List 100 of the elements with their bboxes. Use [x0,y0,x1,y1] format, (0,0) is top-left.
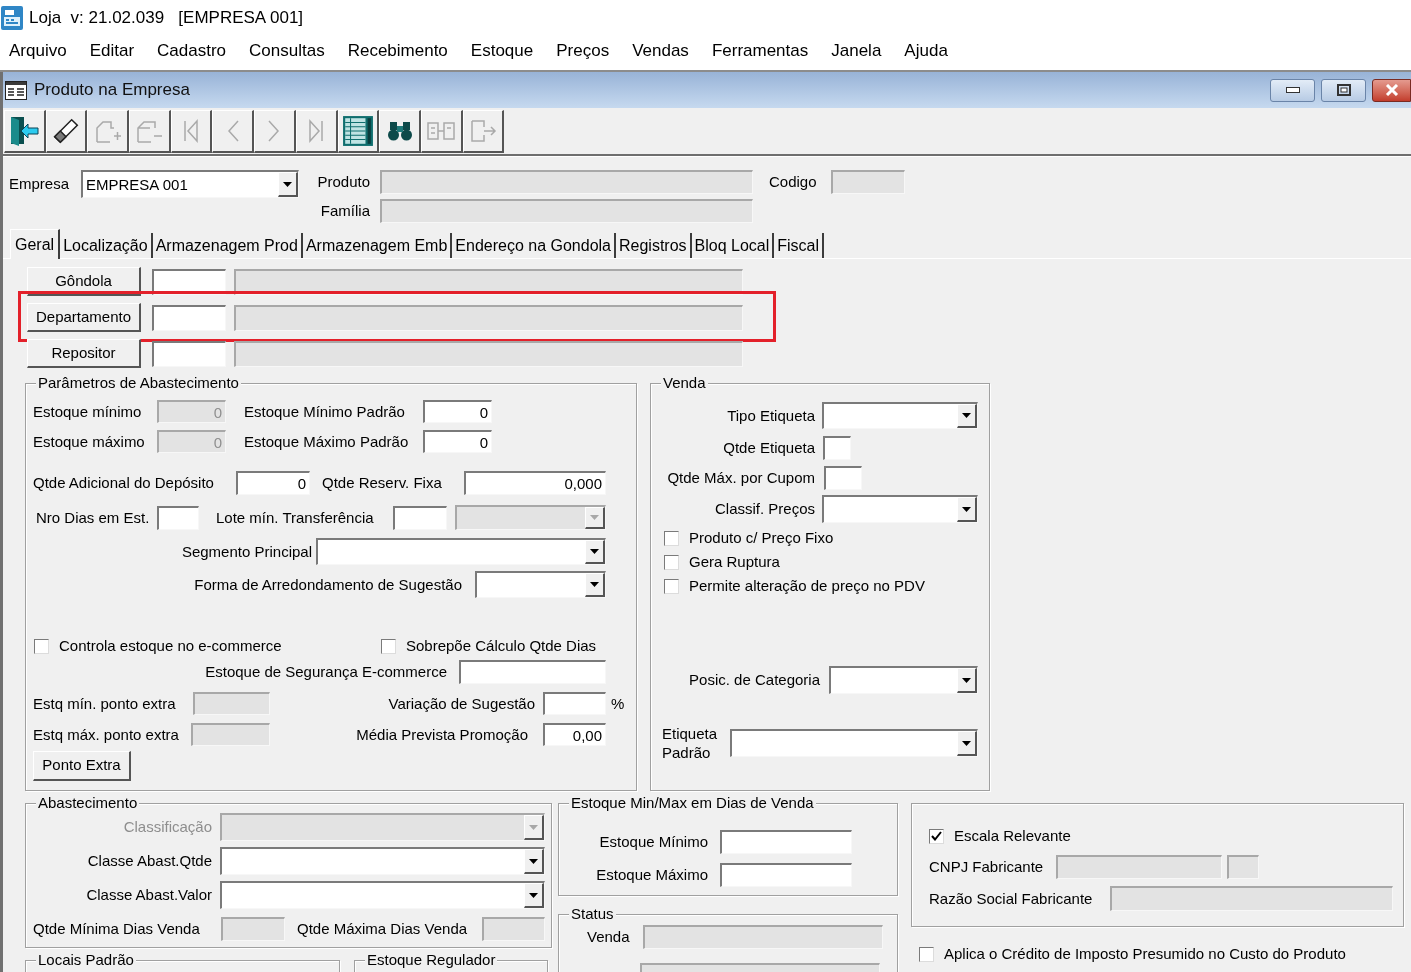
checkbox[interactable] [34,638,49,654]
dropdown[interactable] [730,729,978,757]
toolbar-button[interactable] [379,110,421,153]
table-icon [341,115,374,147]
checkbox-label: Sobrepõe Cálculo Qtde Dias [406,637,597,655]
maximize-button[interactable] [1321,78,1366,102]
tab[interactable]: Bloq Local [691,233,775,258]
menu-item[interactable]: Arquivo [9,37,67,64]
tab[interactable]: Armazenagem Emb [302,233,453,258]
field-label: Empresa [9,175,70,193]
ponto-extra-button[interactable]: Ponto Extra [33,751,131,781]
input-field[interactable] [152,268,226,295]
dropdown[interactable] [822,402,978,429]
minimize-button[interactable] [1270,78,1315,102]
caret-down-icon [529,824,538,830]
field-label: Estoque de Segurança E-commerce [205,663,447,681]
caret-down-icon [529,858,538,864]
dropdown[interactable] [822,495,978,523]
caret-down-icon [283,181,292,187]
checkbox[interactable] [664,530,679,546]
menu-item[interactable]: Janela [831,37,882,64]
input-field[interactable] [823,436,851,460]
field-label: Segmento Principal [181,542,312,561]
field-label: Nro Dias em Est. [36,508,150,527]
close-button[interactable] [1372,78,1411,102]
field-label: Posic. de Categoria [689,671,820,689]
menu-item[interactable]: Preços [556,37,610,64]
field-label: Etiqueta Padrão [662,724,719,762]
checkbox-label: Controla estoque no e-commerce [59,637,282,655]
toolbar-button[interactable] [4,110,46,153]
field-label: Qtde Etiqueta [723,439,815,457]
input-field[interactable] [824,466,862,490]
field-label: Codigo [769,173,817,191]
binoculars-icon [386,120,413,142]
field-label: Forma de Arredondamento de Sugestão [194,575,462,594]
input-field[interactable] [459,660,606,684]
input-field[interactable]: 0 [423,400,492,423]
input-field[interactable] [543,692,606,715]
field-label: Classe Abast.Qtde [87,852,212,870]
input-field[interactable] [393,505,447,530]
dropdown[interactable] [220,847,545,875]
skip-forward-icon [307,119,326,143]
dropdown[interactable] [475,571,606,598]
field-label: Família [320,202,370,220]
input-field[interactable] [157,505,199,530]
caret-down-icon [962,413,971,418]
checkbox[interactable] [929,828,944,844]
toolbar-button[interactable] [337,110,380,153]
menu-item[interactable]: Recebimento [347,37,448,64]
input-field[interactable]: 0 [236,471,310,495]
caret-down-icon [529,892,538,898]
dropdown[interactable] [829,666,978,694]
field-label: CNPJ Fabricante [929,858,1044,876]
checkbox-label: Gera Ruptura [689,553,780,571]
field-label: Estoque Mínimo [599,833,708,851]
dropdown[interactable] [220,881,545,909]
menu-item[interactable]: Consultas [249,37,325,64]
menu-item[interactable]: Vendas [632,37,689,64]
checkbox[interactable] [664,578,679,594]
tab[interactable]: Registros [616,233,692,258]
input-field[interactable] [720,863,852,887]
caret-down-icon [962,677,971,683]
field-label: Tipo Etiqueta [727,406,815,425]
field-label: Qtde Reserv. Fixa [322,474,442,492]
menu-item[interactable]: Estoque [470,37,534,64]
input-field[interactable]: 0,00 [543,723,606,746]
checkbox-label: Aplica o Crédito de Imposto Presumido no Custo do Produto [944,945,1346,963]
window-title: Produto na Empresa [34,79,190,102]
tab[interactable]: Localização [60,233,153,258]
menu-item[interactable]: Ajuda [904,37,948,64]
field-label: Classe Abast.Valor [86,886,212,904]
field-label: Qtde Máx. por Cupom [667,469,815,487]
lookup-button[interactable]: Departamento [27,303,141,332]
field-label: Venda [587,928,630,946]
menu-item[interactable]: Cadastro [157,37,227,64]
checkbox[interactable] [664,554,679,570]
field-label: Média Prevista Promoção [356,725,528,744]
input-field[interactable] [152,340,226,367]
checkbox[interactable] [919,946,934,962]
input-field[interactable]: 0,000 [464,471,606,495]
toolbar-button[interactable] [45,110,88,153]
caret-down-icon [590,515,599,520]
field-label: Estoque máximo [33,432,145,451]
input-field[interactable]: 0 [423,430,492,453]
dropdown[interactable]: EMPRESA 001 [81,170,299,198]
dropdown[interactable] [316,538,606,565]
forward-icon [267,119,282,143]
linked-boxes-icon [426,119,457,143]
tab[interactable]: Fiscal [774,233,825,258]
lookup-button[interactable]: Repositor [27,339,141,368]
checkbox[interactable] [381,638,396,654]
input-field[interactable] [720,830,852,854]
menu-item[interactable]: Editar [89,37,135,64]
tab[interactable]: Geral [10,229,61,259]
menu-item[interactable]: Ferramentas [711,37,809,64]
field-label: Estq máx. ponto extra [33,725,179,744]
input-field[interactable] [152,304,226,331]
field-label: Razão Social Fabricante [929,889,1093,908]
tab[interactable]: Endereço na Gondola [452,233,616,258]
tab[interactable]: Armazenagem Prod [152,233,303,258]
